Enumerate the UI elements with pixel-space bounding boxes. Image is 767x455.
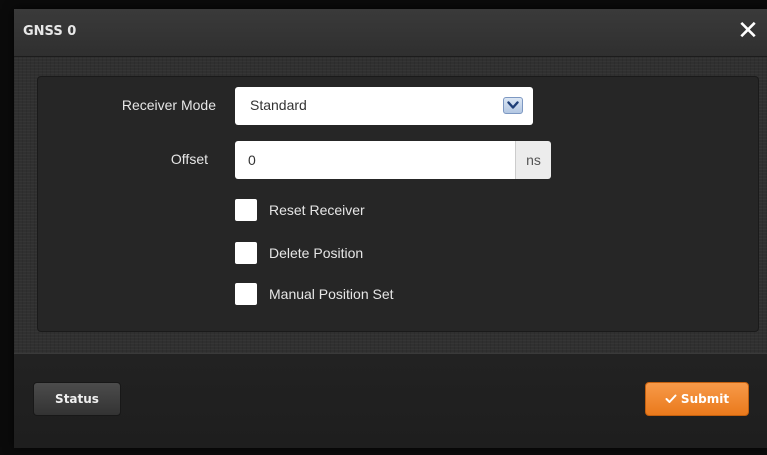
delete-position-checkbox[interactable] (235, 242, 257, 264)
dialog-title: GNSS 0 (23, 24, 77, 39)
dialog-header: GNSS 0 ✕ (14, 9, 767, 57)
close-icon[interactable]: ✕ (733, 15, 763, 47)
offset-unit: ns (515, 141, 551, 179)
checkmark-icon (665, 394, 677, 403)
offset-input[interactable] (235, 141, 515, 179)
dialog-body: Receiver Mode Standard Offset ns Reset R… (14, 57, 767, 353)
manual-position-set-label: Manual Position Set (269, 286, 394, 302)
settings-panel: Receiver Mode Standard Offset ns Reset R… (37, 76, 759, 332)
dialog-footer: Status Submit (14, 353, 767, 448)
reset-receiver-label: Reset Receiver (269, 202, 365, 218)
receiver-mode-label: Receiver Mode (121, 97, 216, 113)
submit-button[interactable]: Submit (645, 382, 749, 416)
chevron-down-icon[interactable] (503, 97, 523, 114)
status-button[interactable]: Status (33, 382, 121, 416)
gnss-dialog: GNSS 0 ✕ Receiver Mode Standard Offset n… (14, 9, 767, 448)
reset-receiver-checkbox[interactable] (235, 199, 257, 221)
receiver-mode-select[interactable]: Standard (235, 87, 533, 125)
delete-position-label: Delete Position (269, 245, 364, 261)
manual-position-set-checkbox[interactable] (235, 283, 257, 305)
offset-label: Offset (170, 151, 208, 167)
submit-label: Submit (680, 392, 730, 406)
receiver-mode-value: Standard (250, 97, 307, 113)
